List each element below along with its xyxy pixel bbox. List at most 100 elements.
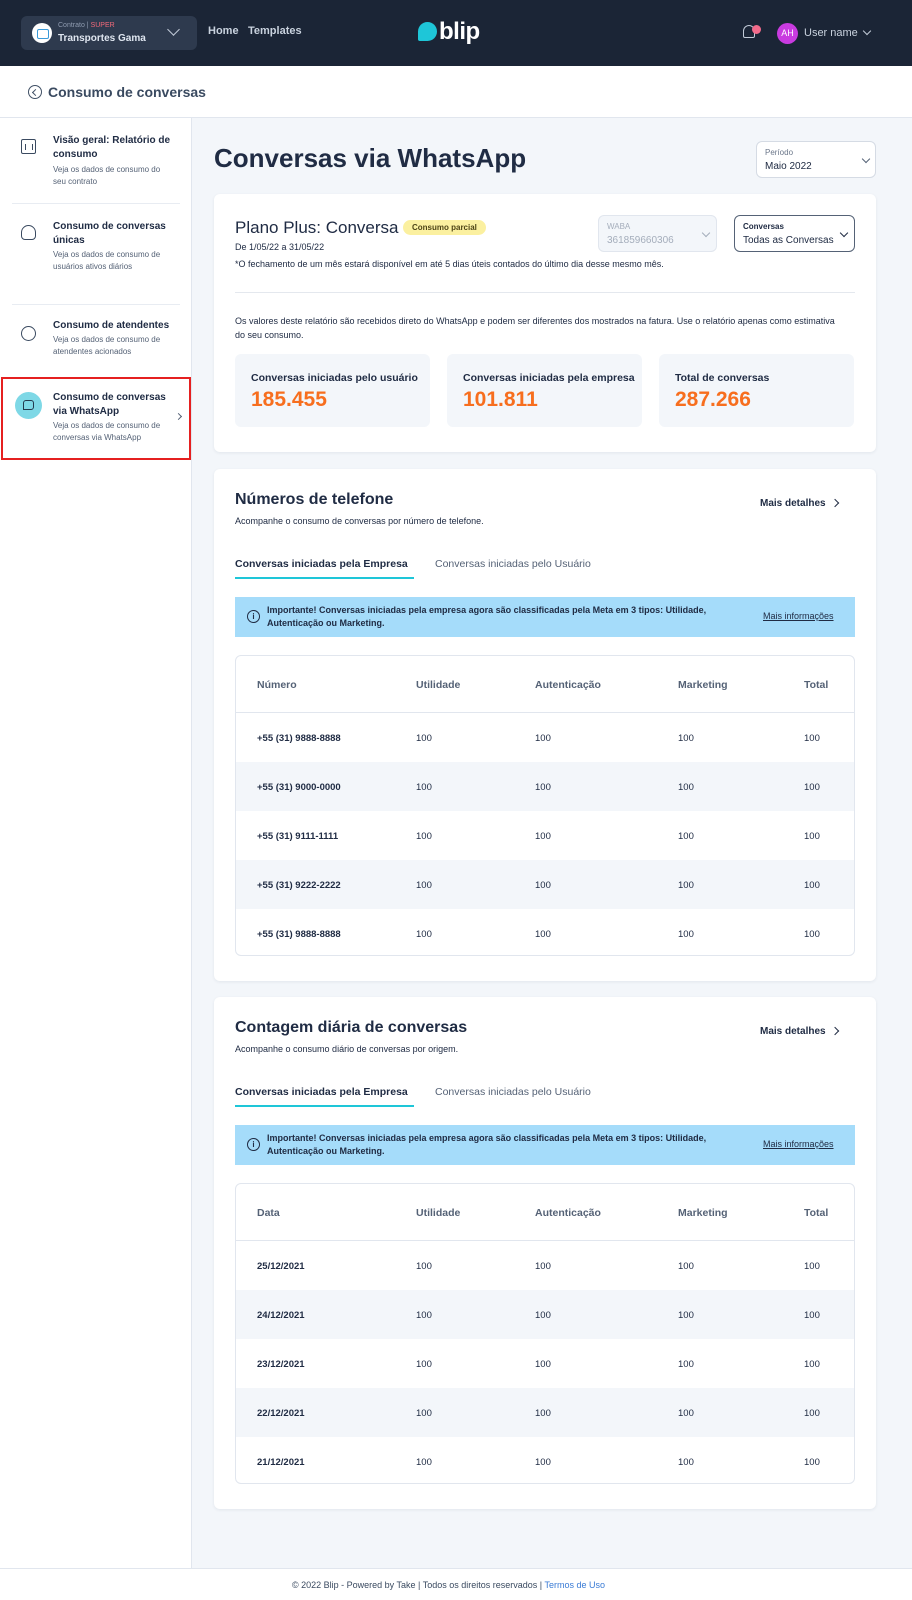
sidebar-item-overview[interactable]: Visão geral: Relatório de consumo Veja o… — [0, 118, 192, 203]
back-arrow-icon[interactable] — [28, 85, 42, 99]
stat-total-conversations: Total de conversas 287.266 — [659, 354, 854, 427]
column-header: Total — [804, 1207, 829, 1219]
user-name[interactable]: User name — [804, 27, 858, 39]
top-bar: Contrato | SUPER Transportes Gama Home T… — [0, 0, 912, 66]
stat-value: 287.266 — [675, 388, 751, 411]
column-header: Autenticação — [535, 679, 601, 691]
phones-card: Números de telefone Acompanhe o consumo … — [214, 469, 876, 981]
column-header: Marketing — [678, 679, 728, 691]
stat-label: Conversas iniciadas pela empresa — [463, 372, 635, 384]
section-subtitle: Acompanhe o consumo de conversas por núm… — [235, 516, 484, 526]
contract-tier: SUPER — [90, 22, 115, 29]
sidebar-item-attendants[interactable]: Consumo de atendentes Veja os dados de c… — [0, 305, 192, 377]
plan-disclaimer: Os valores deste relatório são recebidos… — [235, 316, 835, 340]
info-text: Importante! Conversas iniciadas pela emp… — [267, 1133, 707, 1156]
phones-table: Número Utilidade Autenticação Marketing … — [235, 655, 855, 956]
table-row: 24/12/2021 100 100 100 100 — [236, 1290, 854, 1339]
logo-bubble-icon — [418, 22, 437, 41]
column-header: Número — [257, 679, 297, 691]
breadcrumb-title: Consumo de conversas — [48, 84, 206, 100]
daily-card: Contagem diária de conversas Acompanhe o… — [214, 997, 876, 1509]
breadcrumb: Consumo de conversas — [0, 66, 912, 118]
tab-user[interactable]: Conversas iniciadas pelo Usuário — [435, 1086, 591, 1098]
sidebar-item-desc: Veja os dados de consumo de atendentes a… — [53, 335, 161, 356]
chevron-right-icon[interactable] — [830, 498, 840, 508]
logo-text: blip — [439, 18, 480, 45]
plan-note: *O fechamento de um mês estará disponíve… — [235, 259, 664, 269]
tab-underline — [235, 1105, 414, 1107]
column-header: Autenticação — [535, 1207, 601, 1219]
sidebar-item-desc: Veja os dados de consumo do seu contrato — [53, 165, 161, 186]
table-row: 23/12/2021 100 100 100 100 — [257, 1359, 820, 1370]
terms-link[interactable]: Termos de Uso — [544, 1580, 605, 1590]
period-value: Maio 2022 — [765, 161, 812, 172]
table-row: +55 (31) 9888-8888 100 100 100 100 — [257, 929, 820, 940]
contract-selector[interactable]: Contrato | SUPER Transportes Gama — [21, 16, 197, 50]
table-row: 22/12/2021 100 100 100 100 — [236, 1388, 854, 1437]
tab-company[interactable]: Conversas iniciadas pela Empresa — [235, 558, 408, 570]
table-row: 21/12/2021 100 100 100 100 — [257, 1457, 820, 1468]
sidebar-item-title: Consumo de atendentes — [53, 320, 170, 331]
info-banner: i Importante! Conversas iniciadas pela e… — [235, 597, 855, 637]
chart-icon — [21, 139, 36, 154]
section-subtitle: Acompanhe o consumo diário de conversas … — [235, 1044, 459, 1054]
section-title: Números de telefone — [235, 491, 394, 508]
more-details-link[interactable]: Mais detalhes — [760, 1026, 826, 1037]
column-header: Data — [257, 1207, 280, 1219]
status-badge: Consumo parcial — [403, 220, 486, 235]
info-icon: i — [247, 610, 260, 623]
column-header: Marketing — [678, 1207, 728, 1219]
chevron-down-icon — [839, 228, 849, 238]
stat-value: 101.811 — [463, 388, 538, 411]
tab-company[interactable]: Conversas iniciadas pela Empresa — [235, 1086, 408, 1098]
more-info-link[interactable]: Mais informações — [763, 1139, 834, 1149]
contract-label: Contrato | — [58, 22, 89, 29]
stat-label: Total de conversas — [675, 372, 770, 384]
sidebar-item-unique-conversations[interactable]: Consumo de conversas únicas Veja os dado… — [0, 204, 192, 304]
headset-icon — [21, 326, 36, 341]
period-label: Período — [765, 148, 794, 157]
conversations-value: Todas as Conversas — [743, 235, 834, 246]
plan-card: Plano Plus: Conversa Consumo parcial De … — [214, 194, 876, 452]
period-select[interactable]: Período Maio 2022 — [756, 141, 876, 178]
sidebar: Visão geral: Relatório de consumo Veja o… — [0, 118, 192, 1568]
conversations-label: Conversas — [743, 222, 784, 231]
more-info-link[interactable]: Mais informações — [763, 611, 834, 621]
stat-value: 185.455 — [251, 388, 327, 411]
tab-user[interactable]: Conversas iniciadas pelo Usuário — [435, 558, 591, 570]
chevron-right-icon[interactable] — [830, 1026, 840, 1036]
chevron-down-icon — [701, 228, 711, 238]
table-row: +55 (31) 9111-1111 100 100 100 100 — [257, 831, 820, 842]
notification-dot — [752, 25, 761, 34]
nav-home[interactable]: Home — [208, 25, 239, 37]
info-icon: i — [247, 1138, 260, 1151]
page-title: Conversas via WhatsApp — [214, 143, 527, 173]
nav-templates[interactable]: Templates — [248, 25, 302, 37]
more-details-link[interactable]: Mais detalhes — [760, 498, 826, 509]
sidebar-item-title: Visão geral: Relatório de consumo — [53, 135, 171, 160]
daily-table: Data Utilidade Autenticação Marketing To… — [235, 1183, 855, 1484]
table-row: +55 (31) 9000-0000 100 100 100 100 — [236, 762, 854, 811]
stat-company-conversations: Conversas iniciadas pela empresa 101.811 — [447, 354, 642, 427]
contract-name: Transportes Gama — [58, 33, 146, 44]
conversations-select[interactable]: Conversas Todas as Conversas — [734, 215, 855, 252]
column-header: Total — [804, 679, 829, 691]
waba-select[interactable]: WABA 361859660306 — [598, 215, 717, 252]
table-row: +55 (31) 9888-8888 100 100 100 100 — [257, 733, 820, 744]
section-title: Contagem diária de conversas — [235, 1019, 468, 1036]
footer: © 2022 Blip - Powered by Take | Todos os… — [0, 1568, 912, 1600]
sidebar-item-desc: Veja os dados de consumo de conversas vi… — [53, 421, 161, 442]
chevron-down-icon[interactable] — [862, 26, 872, 36]
users-icon — [21, 225, 36, 240]
column-header: Utilidade — [416, 1207, 461, 1219]
info-banner: i Importante! Conversas iniciadas pela e… — [235, 1125, 855, 1165]
chevron-down-icon — [861, 154, 871, 164]
sidebar-item-title: Consumo de conversas via WhatsApp — [53, 392, 166, 417]
sidebar-item-title: Consumo de conversas únicas — [53, 221, 166, 246]
plan-title: Plano Plus: Conversa — [235, 218, 399, 237]
table-row: +55 (31) 9222-2222 100 100 100 100 — [236, 860, 854, 909]
avatar[interactable]: AH — [777, 23, 798, 44]
briefcase-icon — [32, 23, 52, 43]
plan-range: De 1/05/22 a 31/05/22 — [235, 242, 325, 252]
column-header: Utilidade — [416, 679, 461, 691]
